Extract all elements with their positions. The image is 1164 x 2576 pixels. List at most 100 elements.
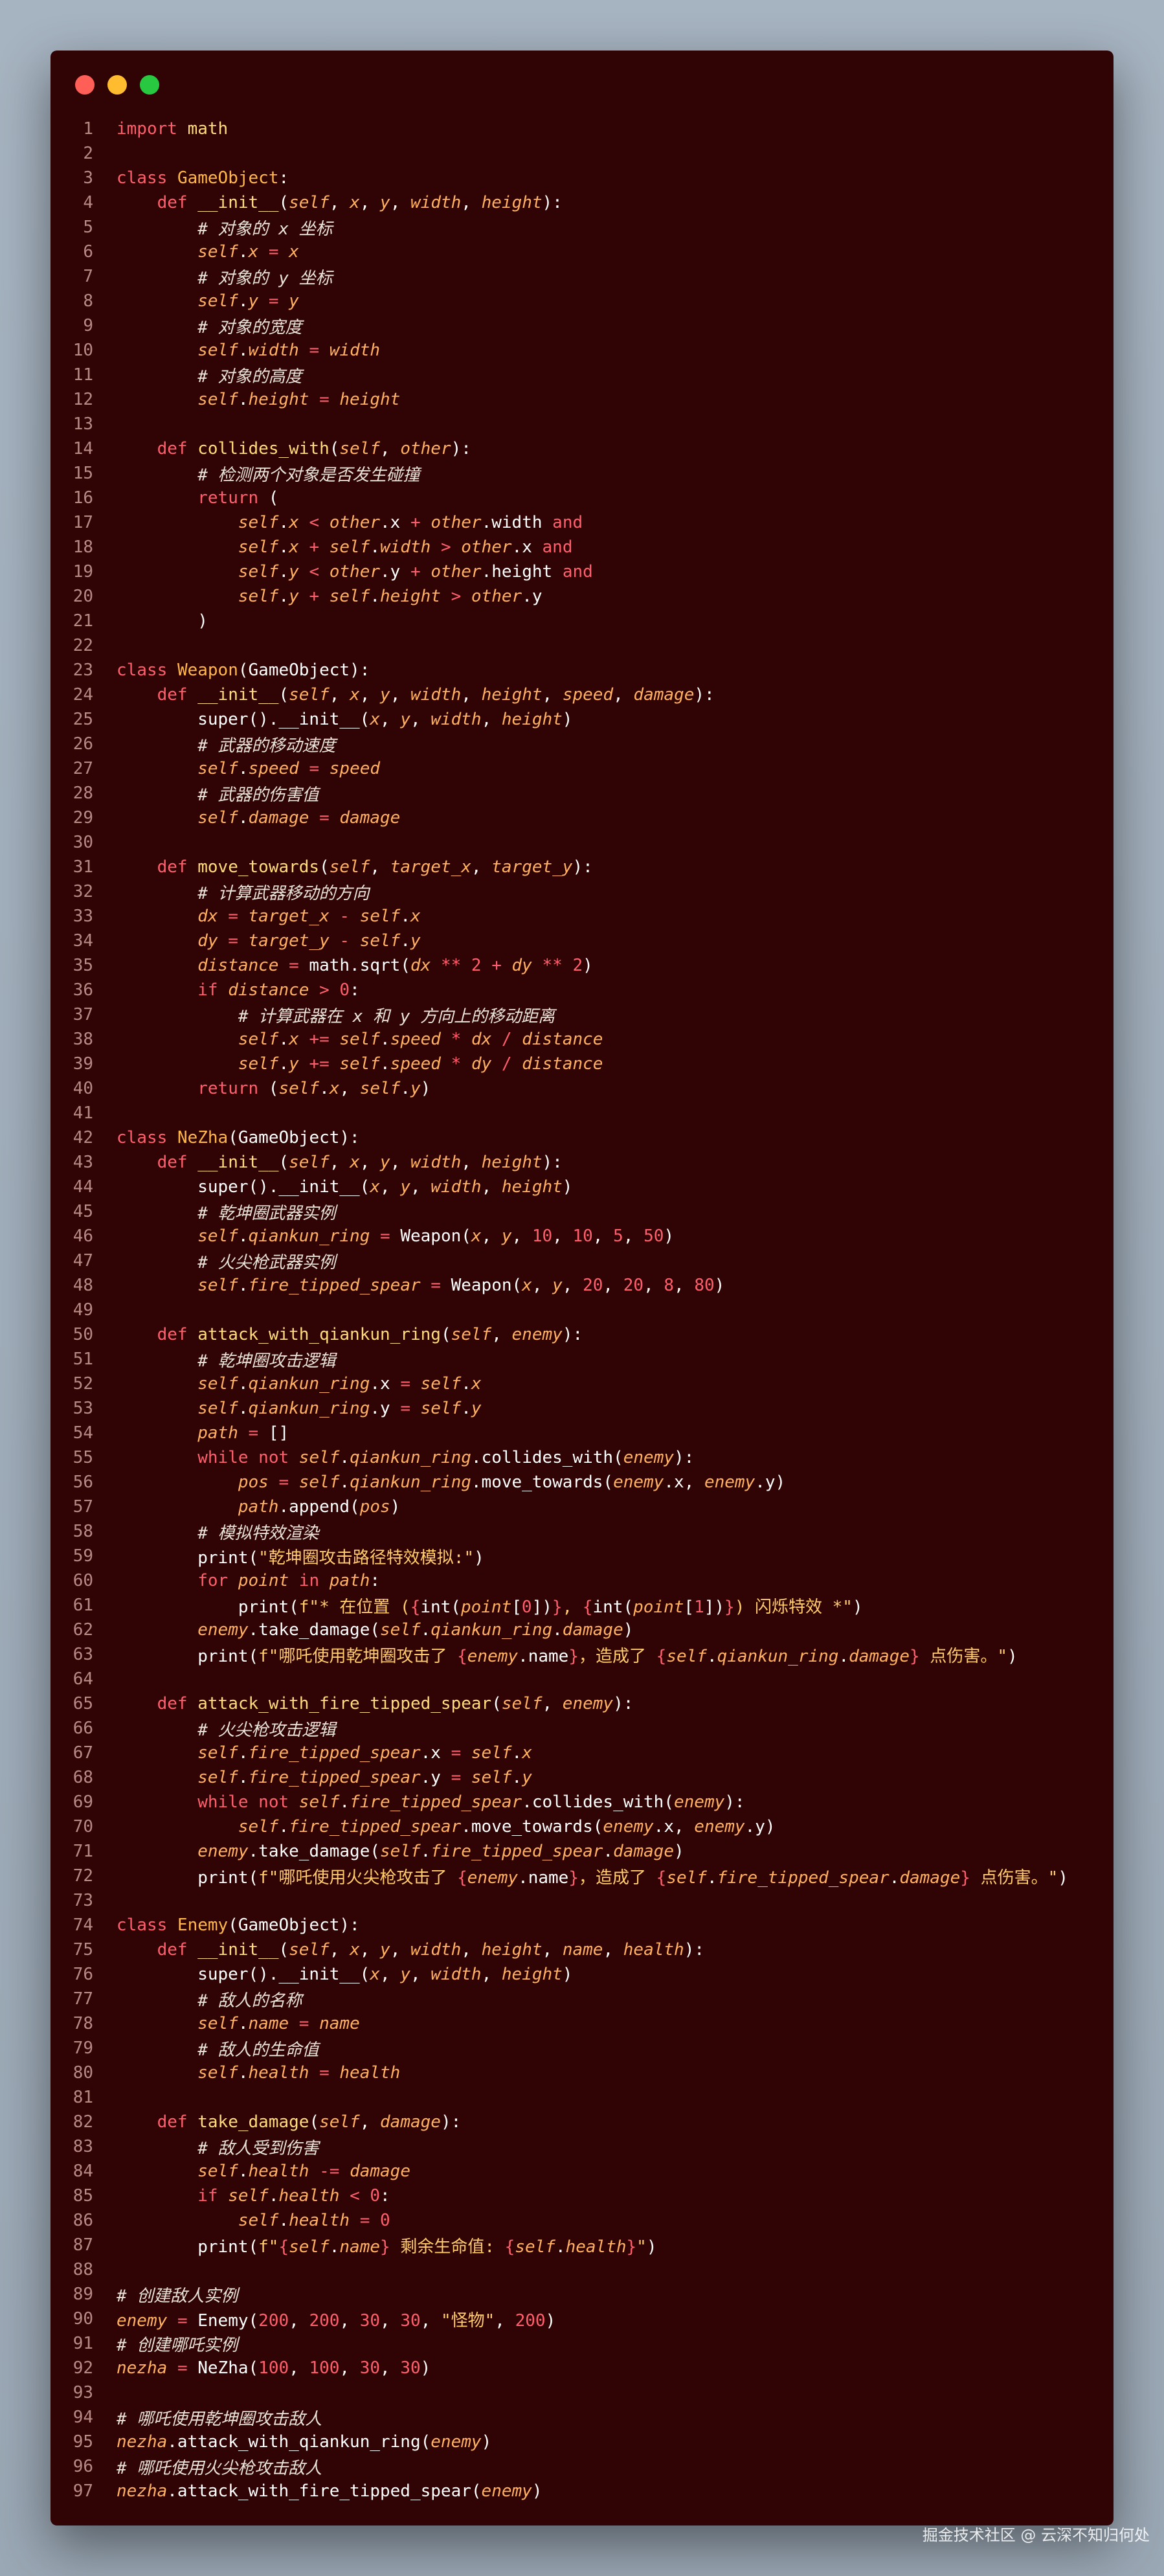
line-number: 2 <box>83 144 93 163</box>
line-number: 84 <box>73 2162 93 2181</box>
code-line: 23 class Weapon(GameObject): <box>50 658 1114 683</box>
code-text: self.health = 0 <box>238 2211 390 2230</box>
line-number: 57 <box>73 1497 93 1517</box>
line-number: 4 <box>83 193 93 212</box>
code-text: super().__init__(x, y, width, height) <box>117 710 573 729</box>
code-text: class Enemy(GameObject): <box>117 1915 360 1935</box>
line-number: 94 <box>73 2408 93 2427</box>
code-line: 63 print(f"哪吒使用乾坤圈攻击了 {enemy.name}，造成了 {… <box>50 1642 1114 1667</box>
line-number: 79 <box>73 2039 93 2058</box>
line-number: 42 <box>73 1128 93 1147</box>
code-line: 26 # 武器的移动速度 <box>50 732 1114 756</box>
code-text: self.x < other.x + other.width and <box>238 513 583 532</box>
code-text: for point in path: <box>197 1571 381 1590</box>
code-line: 51 # 乾坤圈攻击逻辑 <box>50 1347 1114 1372</box>
code-text: pos = self.qiankun_ring.move_towards(ene… <box>238 1473 786 1492</box>
close-button[interactable] <box>75 75 95 95</box>
code-text: dy = target_y - self.y <box>197 931 421 951</box>
line-number: 36 <box>73 980 93 1000</box>
code-line: 6 self.x = x <box>50 240 1114 264</box>
code-line: 92 nezha = NeZha(100, 100, 30, 30) <box>50 2356 1114 2380</box>
code-window: 1 import math 2 3 class GameObject: 4 def __i… <box>50 51 1114 2525</box>
code-text: super().__init__(x, y, width, height) <box>117 1965 573 1984</box>
code-line: 32 # 计算武器移动的方向 <box>50 879 1114 904</box>
code-line: 67 self.fire_tipped_spear.x = self.x <box>50 1741 1114 1765</box>
line-number: 93 <box>73 2383 93 2402</box>
code-text: def attack_with_qiankun_ring(self, enemy… <box>157 1325 583 1344</box>
code-text: # 武器的伤害值 <box>197 785 319 805</box>
code-text: self.y += self.speed * dy / distance <box>238 1054 603 1074</box>
line-number: 26 <box>73 734 93 754</box>
code-text: class Weapon(GameObject): <box>117 661 370 680</box>
line-number: 35 <box>73 956 93 975</box>
line-number: 37 <box>73 1005 93 1024</box>
code-text: self.health = health <box>197 2063 401 2083</box>
code-text: enemy = Enemy(200, 200, 30, 30, "怪物", 20… <box>117 2310 556 2331</box>
line-number: 69 <box>73 1792 93 1812</box>
code-line: 22 <box>50 633 1114 658</box>
code-text: self.fire_tipped_spear = Weapon(x, y, 20… <box>197 1276 725 1295</box>
code-line: 38 self.x += self.speed * dx / distance <box>50 1027 1114 1052</box>
line-number: 46 <box>73 1226 93 1246</box>
line-number: 62 <box>73 1620 93 1640</box>
zoom-button[interactable] <box>140 75 159 95</box>
line-number: 92 <box>73 2358 93 2378</box>
code-line: 80 self.health = health <box>50 2061 1114 2085</box>
line-number: 95 <box>73 2432 93 2452</box>
line-number: 89 <box>73 2285 93 2304</box>
code-line: 55 while not self.qiankun_ring.collides_… <box>50 1445 1114 1470</box>
line-number: 48 <box>73 1276 93 1295</box>
line-number: 86 <box>73 2211 93 2230</box>
code-text: path = [] <box>197 1423 289 1443</box>
line-number: 25 <box>73 710 93 729</box>
code-text: def take_damage(self, damage): <box>157 2112 462 2132</box>
code-line: 53 self.qiankun_ring.y = self.y <box>50 1396 1114 1421</box>
code-editor: 1 import math 2 3 class GameObject: 4 def __i… <box>50 117 1114 2503</box>
code-line: 45 # 乾坤圈武器实例 <box>50 1199 1114 1224</box>
code-text: # 创建敌人实例 <box>117 2286 238 2306</box>
line-number: 80 <box>73 2063 93 2083</box>
line-number: 39 <box>73 1054 93 1074</box>
code-text: self.fire_tipped_spear.move_towards(enem… <box>238 1817 776 1836</box>
code-text: def __init__(self, x, y, width, height, … <box>157 685 715 705</box>
line-number: 31 <box>73 857 93 877</box>
code-text: # 武器的移动速度 <box>197 736 336 756</box>
line-number: 64 <box>73 1669 93 1689</box>
line-number: 11 <box>73 365 93 385</box>
code-text: nezha.attack_with_fire_tipped_spear(enem… <box>117 2481 543 2501</box>
code-line: 87 print(f"{self.name} 剩余生命值: {self.heal… <box>50 2233 1114 2257</box>
line-number: 19 <box>73 562 93 582</box>
code-text: return ( <box>197 488 279 508</box>
code-line: 65 def attack_with_fire_tipped_spear(sel… <box>50 1691 1114 1716</box>
line-number: 66 <box>73 1719 93 1738</box>
code-text: # 计算武器在 x 和 y 方向上的移动距离 <box>238 1006 555 1026</box>
line-number: 91 <box>73 2334 93 2353</box>
code-line: 17 self.x < other.x + other.width and <box>50 510 1114 535</box>
code-text: print(f"哪吒使用火尖枪攻击了 {enemy.name}，造成了 {sel… <box>117 1868 1068 1888</box>
code-text: # 火尖枪武器实例 <box>197 1252 336 1272</box>
code-text: # 敌人的名称 <box>197 1991 302 2011</box>
code-line: 47 # 火尖枪武器实例 <box>50 1248 1114 1273</box>
code-line: 82 def take_damage(self, damage): <box>50 2110 1114 2134</box>
code-line: 5 # 对象的 x 坐标 <box>50 215 1114 240</box>
code-line: 68 self.fire_tipped_spear.y = self.y <box>50 1765 1114 1790</box>
line-number: 3 <box>83 168 93 188</box>
code-text: enemy.take_damage(self.qiankun_ring.dama… <box>197 1620 634 1640</box>
code-line: 24 def __init__(self, x, y, width, heigh… <box>50 683 1114 707</box>
code-line: 93 <box>50 2380 1114 2405</box>
code-text: def move_towards(self, target_x, target_… <box>157 857 593 877</box>
code-line: 95 nezha.attack_with_qiankun_ring(enemy) <box>50 2430 1114 2454</box>
code-line: 43 def __init__(self, x, y, width, heigh… <box>50 1150 1114 1175</box>
code-line: 97 nezha.attack_with_fire_tipped_spear(en… <box>50 2479 1114 2503</box>
code-text: # 乾坤圈武器实例 <box>197 1203 336 1223</box>
code-line: 88 <box>50 2257 1114 2282</box>
line-number: 96 <box>73 2457 93 2476</box>
line-number: 81 <box>73 2088 93 2107</box>
code-text: nezha = NeZha(100, 100, 30, 30) <box>117 2358 431 2378</box>
line-number: 88 <box>73 2260 93 2279</box>
code-text: self.name = name <box>197 2014 360 2033</box>
line-number: 14 <box>73 439 93 458</box>
code-text: # 创建哪吒实例 <box>117 2335 238 2355</box>
minimize-button[interactable] <box>107 75 127 95</box>
line-number: 28 <box>73 784 93 803</box>
